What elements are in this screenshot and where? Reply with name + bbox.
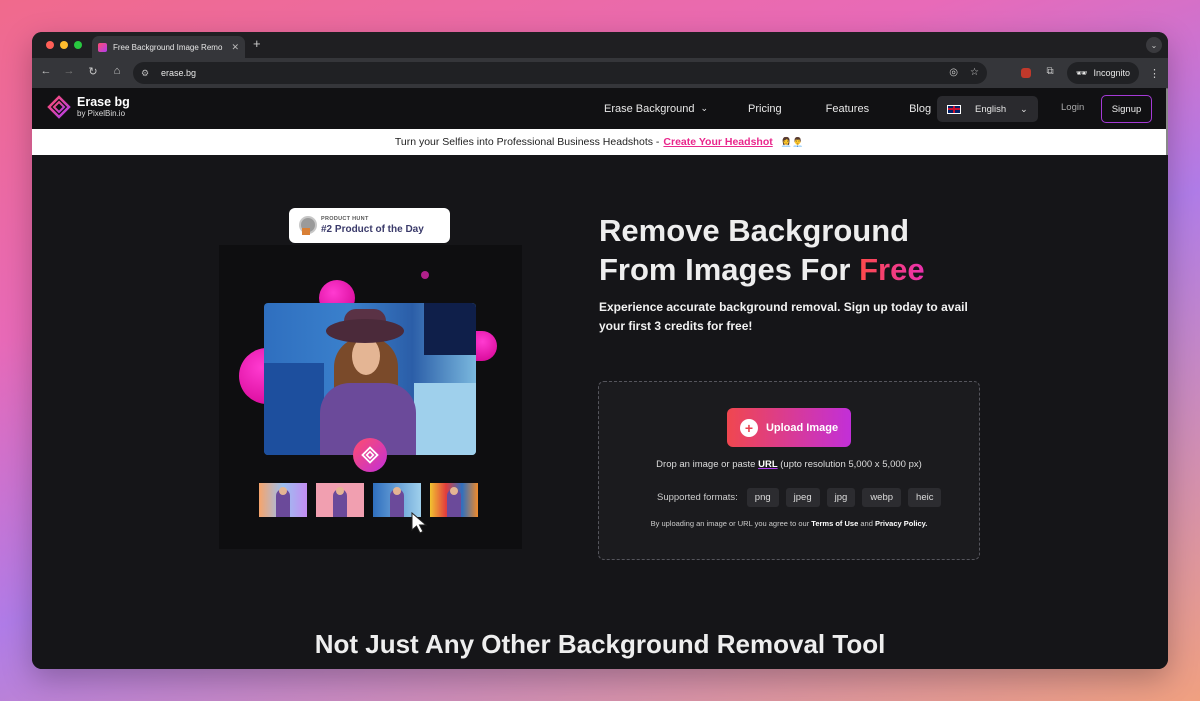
product-hunt-badge[interactable]: PRODUCT HUNT #2 Product of the Day [289, 208, 450, 243]
headshot-emoji: 👩‍💼👨‍💼 [780, 136, 804, 147]
erase-bg-badge-icon [353, 438, 387, 472]
logo-subtitle: by PixelBin.io [77, 108, 126, 118]
address-url[interactable]: erase.bg [161, 68, 196, 78]
supported-formats: Supported formats: png jpeg jpg webp hei… [657, 488, 942, 507]
headline-free: Free [859, 252, 925, 287]
formats-label: Supported formats: [657, 492, 738, 503]
nav-erase-background-label: Erase Background [604, 102, 695, 115]
extensions-puzzle-icon[interactable]: ⧉ [1043, 66, 1057, 80]
address-bar[interactable]: ⚙ erase.bg ◎ ☆ [133, 62, 987, 84]
hero-headline: Remove Background From Images For Free [599, 211, 925, 289]
browser-tab[interactable]: Free Background Image Remo ✕ [92, 36, 245, 58]
sample-thumbnails [259, 483, 478, 517]
format-chip: webp [862, 488, 902, 507]
back-arrow-icon[interactable]: ← [38, 65, 54, 77]
promo-banner: Turn your Selfies into Professional Busi… [32, 129, 1166, 155]
new-tab-button[interactable]: + [253, 36, 261, 52]
decor-circle [421, 271, 429, 279]
hero-section: PRODUCT HUNT #2 Product of the Day Remov… [32, 155, 1168, 669]
minimize-window-button[interactable] [60, 41, 68, 49]
paste-url-link[interactable]: URL [758, 459, 778, 470]
upload-image-button[interactable]: + Upload Image [727, 408, 851, 447]
product-of-day-label: #2 Product of the Day [321, 224, 424, 235]
page-scrollbar[interactable] [1166, 88, 1168, 158]
format-chip: heic [908, 488, 942, 507]
thumbnail-gradient[interactable] [259, 483, 307, 517]
upload-dropzone[interactable]: + Upload Image Drop an image or paste UR… [598, 381, 980, 560]
format-chip: jpeg [785, 488, 820, 507]
terms-of-use-link[interactable]: Terms of Use [811, 519, 858, 528]
logo-title: Erase bg [77, 94, 130, 109]
close-window-button[interactable] [46, 41, 54, 49]
nav-blog[interactable]: Blog [909, 103, 931, 115]
format-chip: jpg [826, 488, 856, 507]
format-chip: png [746, 488, 779, 507]
incognito-icon: 🕶 [1076, 67, 1088, 78]
product-hunt-label: PRODUCT HUNT [321, 216, 369, 222]
incognito-indicator[interactable]: 🕶 Incognito [1067, 62, 1139, 84]
tab-strip: Free Background Image Remo ✕ + ⌄ [32, 32, 1168, 58]
hero-subtext: Experience accurate background removal. … [599, 300, 968, 333]
site-favicon-icon [98, 42, 107, 52]
privacy-policy-link[interactable]: Privacy Policy. [875, 519, 927, 528]
medal-icon [299, 215, 317, 236]
browser-window: Free Background Image Remo ✕ + ⌄ ← → ↻ ⌂… [32, 32, 1168, 669]
site-logo[interactable]: Erase bg by PixelBin.io [47, 95, 130, 119]
forward-arrow-icon[interactable]: → [61, 65, 77, 77]
signup-button[interactable]: Signup [1101, 95, 1152, 123]
thumbnail-pink[interactable] [316, 483, 364, 517]
terms-notice: By uploading an image or URL you agree t… [650, 519, 928, 528]
plus-icon: + [739, 418, 758, 437]
headline-line-2: From Images For Free [599, 252, 925, 287]
banner-text: Turn your Selfies into Professional Busi… [394, 136, 660, 148]
erase-bg-logo-icon [47, 95, 71, 119]
bookmark-star-icon[interactable]: ☆ [970, 67, 979, 78]
close-tab-icon[interactable]: ✕ [231, 42, 239, 53]
mouse-cursor-icon [411, 512, 428, 534]
main-navigation: Erase Background ⌄ Pricing Features Blog [604, 88, 931, 129]
drop-instructions: Drop an image or paste URL (upto resolut… [656, 459, 922, 470]
reload-icon[interactable]: ↻ [85, 65, 101, 78]
maximize-window-button[interactable] [74, 41, 82, 49]
nav-pricing[interactable]: Pricing [748, 103, 782, 115]
nav-erase-background[interactable]: Erase Background ⌄ [604, 103, 708, 115]
headline-line-1: Remove Background [599, 213, 910, 248]
home-icon[interactable]: ⌂ [109, 65, 125, 77]
eye-off-icon[interactable]: ◎ [949, 67, 958, 78]
chevron-down-icon: ⌄ [1020, 103, 1028, 114]
thumbnail-rainbow[interactable] [430, 483, 478, 517]
incognito-label: Incognito [1093, 68, 1130, 78]
sample-photo [264, 303, 476, 455]
site-header: Erase bg by PixelBin.io Erase Background… [32, 88, 1168, 129]
tab-title: Free Background Image Remo [113, 42, 223, 52]
extension-badge-icon[interactable] [1019, 66, 1033, 80]
create-headshot-link[interactable]: Create Your Headshot [663, 136, 772, 148]
chevron-down-icon: ⌄ [700, 103, 709, 113]
nav-features[interactable]: Features [826, 103, 869, 115]
uk-flag-icon [947, 104, 961, 114]
window-controls [46, 41, 82, 49]
language-label: English [975, 103, 1007, 115]
site-settings-icon[interactable]: ⚙ [141, 68, 155, 79]
tab-search-chevron-icon[interactable]: ⌄ [1146, 37, 1162, 53]
login-link[interactable]: Login [1061, 102, 1084, 113]
browser-toolbar: ← → ↻ ⌂ ⚙ erase.bg ◎ ☆ ⧉ 🕶 Incognito ⋮ [32, 58, 1168, 88]
section-title: Not Just Any Other Background Removal To… [314, 629, 886, 659]
language-selector[interactable]: English ⌄ [937, 96, 1038, 122]
browser-menu-icon[interactable]: ⋮ [1149, 67, 1160, 80]
upload-image-label: Upload Image [765, 421, 839, 434]
